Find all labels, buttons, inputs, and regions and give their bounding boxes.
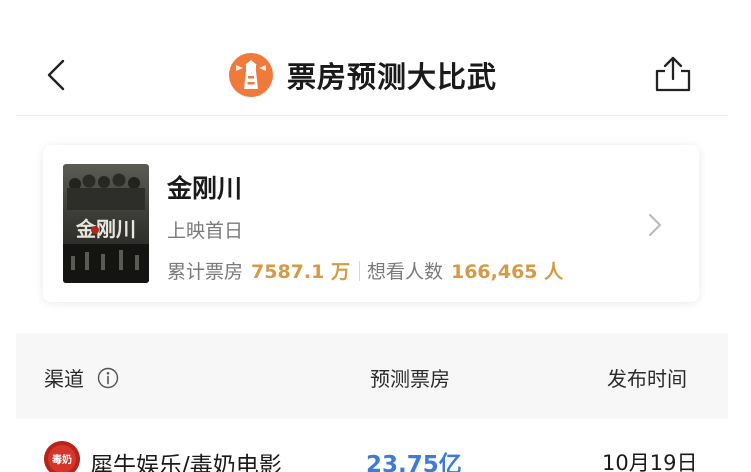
header-divider xyxy=(16,115,728,116)
want-to-see-value: 166,465 人 xyxy=(450,261,564,283)
movie-poster: 金刚川 xyxy=(63,164,149,283)
chevron-left-icon xyxy=(47,59,65,91)
app-page: 票房预测大比武 金刚川 金刚川 上映首日 累计票房 7587.1 万 想看人数 … xyxy=(0,0,751,472)
movie-stats: 累计票房 7587.1 万 想看人数 166,465 人 xyxy=(167,257,563,284)
title-group: 票房预测大比武 xyxy=(229,50,497,100)
poster-title: 金刚川 xyxy=(75,217,136,241)
back-button[interactable] xyxy=(36,52,80,98)
column-header-forecast: 预测票房 xyxy=(370,367,450,391)
page-title: 票房预测大比武 xyxy=(287,60,498,94)
movie-title: 金刚川 xyxy=(167,174,243,203)
share-button[interactable] xyxy=(650,52,696,98)
column-label-channel: 渠道 xyxy=(44,367,84,391)
stats-separator xyxy=(358,260,360,281)
channel-logo-text: 毒奶 xyxy=(52,453,72,466)
column-header-channel: 渠道 xyxy=(44,363,119,392)
box-office-value: 7587.1 万 xyxy=(251,261,350,283)
publish-date: 10月19日 xyxy=(602,451,698,472)
lighthouse-icon xyxy=(229,53,273,97)
forecast-table-header: 渠道 预测票房 发布时间 xyxy=(16,333,728,419)
movie-card[interactable]: 金刚川 金刚川 上映首日 累计票房 7587.1 万 想看人数 166,465 … xyxy=(43,145,699,302)
channel-logo: 毒奶 xyxy=(44,441,80,472)
table-row[interactable]: 毒奶 犀牛娱乐/毒奶电影 23.75亿 10月19日 xyxy=(16,419,728,472)
release-status: 上映首日 xyxy=(167,220,244,242)
top-nav-bar: 票房预测大比武 xyxy=(0,0,751,116)
column-header-date: 发布时间 xyxy=(607,367,687,391)
info-circle-icon[interactable] xyxy=(97,367,119,389)
box-office-label: 累计票房 xyxy=(167,261,244,283)
chevron-right-icon xyxy=(649,214,661,236)
channel-name: 犀牛娱乐/毒奶电影 xyxy=(90,453,282,472)
share-upload-icon xyxy=(655,56,691,92)
want-to-see-label: 想看人数 xyxy=(366,261,443,283)
forecast-value: 23.75亿 xyxy=(366,452,462,472)
